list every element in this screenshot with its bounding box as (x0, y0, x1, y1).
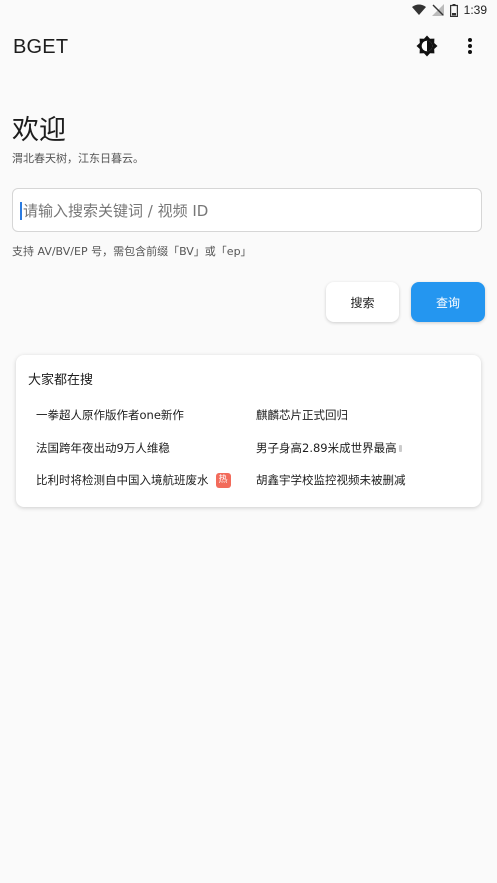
search-input[interactable] (21, 189, 475, 233)
hot-search-card: 大家都在搜 一拳超人原作版作者one新作 麒麟芯片正式回归 法国跨年夜出动9万人… (16, 355, 481, 507)
more-vert-icon (468, 38, 472, 54)
hot-badge: 热 (215, 472, 231, 488)
status-icons: 1:39 (411, 3, 487, 17)
hot-search-item[interactable]: 一拳超人原作版作者one新作 (36, 407, 184, 423)
hot-search-item-text: 一拳超人原作版作者one新作 (36, 408, 184, 422)
hot-search-item[interactable]: 男子身高2.89米成世界最高 (256, 440, 402, 456)
hot-search-item-text: 法国跨年夜出动9万人维稳 (36, 441, 170, 455)
hot-search-item[interactable]: 法国跨年夜出动9万人维稳 (36, 440, 170, 456)
mark-icon (398, 444, 402, 452)
status-time: 1:39 (463, 3, 487, 17)
hot-search-item-text: 麒麟芯片正式回归 (256, 408, 348, 422)
hot-search-item-text: 男子身高2.89米成世界最高 (256, 441, 397, 455)
hot-search-item-text: 胡鑫宇学校监控视频未被删减 (256, 473, 406, 487)
search-helper-text: 支持 AV/BV/EP 号，需包含前缀「BV」或「ep」 (12, 245, 252, 258)
query-button[interactable]: 查询 (411, 282, 485, 322)
app-title: BGET (13, 36, 69, 58)
hot-search-item[interactable]: 胡鑫宇学校监控视频未被删减 (256, 472, 406, 488)
welcome-subtitle: 渭北春天树，江东日暮云。 (12, 152, 144, 165)
brightness-icon (416, 35, 438, 57)
hot-search-title: 大家都在搜 (28, 373, 94, 388)
hot-search-item[interactable]: 麒麟芯片正式回归 (256, 407, 348, 423)
theme-toggle-button[interactable] (415, 34, 439, 58)
search-field[interactable] (12, 188, 482, 233)
status-bar: 1:39 (0, 0, 497, 22)
hot-search-item[interactable]: 比利时将检测自中国入境航班废水 热 (36, 472, 231, 488)
search-button[interactable]: 搜索 (326, 282, 399, 322)
welcome-title: 欢迎 (12, 115, 66, 146)
hot-search-item-text: 比利时将检测自中国入境航班废水 (36, 473, 209, 487)
app-bar: BGET (0, 22, 497, 70)
battery-icon (449, 3, 458, 17)
wifi-icon (411, 4, 426, 16)
no-signal-icon (431, 4, 444, 16)
more-options-button[interactable] (458, 34, 482, 58)
